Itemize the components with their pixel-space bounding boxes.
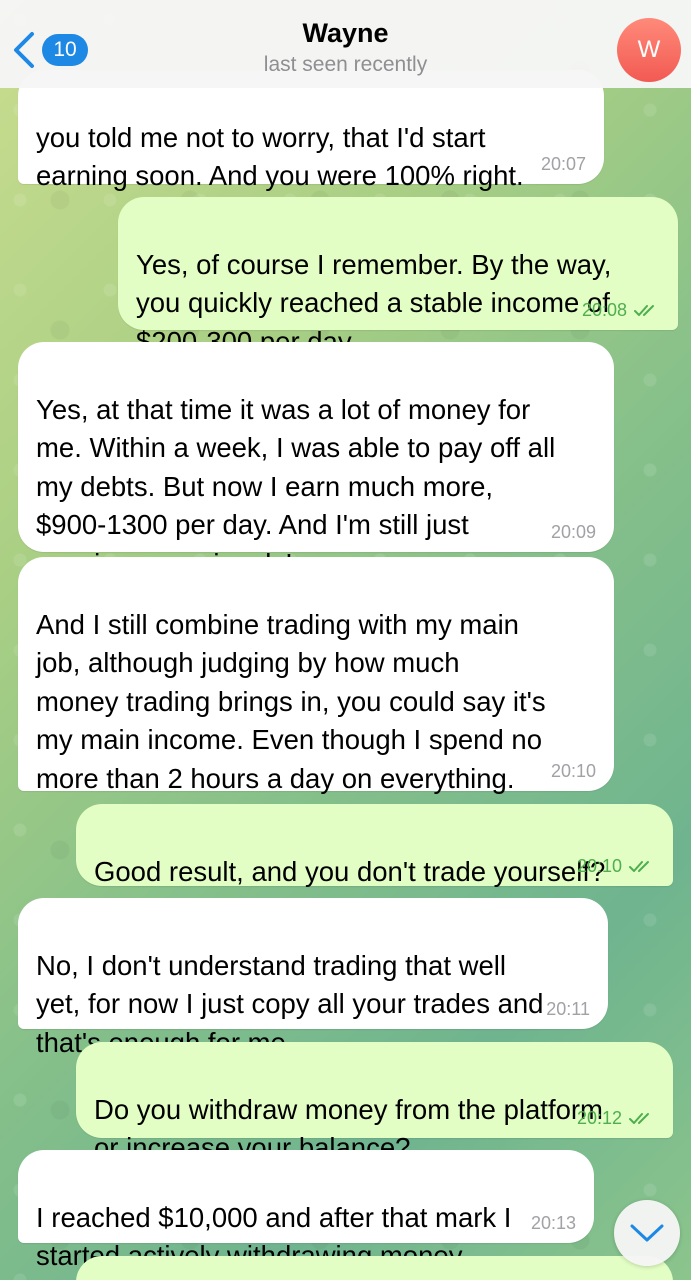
message-outgoing[interactable]: Good result, and you don't trade yoursel… bbox=[76, 804, 673, 887]
message-time: 20:10 bbox=[576, 856, 622, 876]
message-outgoing[interactable] bbox=[76, 1256, 673, 1280]
chat-title[interactable]: Wayne bbox=[0, 18, 691, 49]
chevron-down-icon bbox=[630, 1224, 664, 1242]
read-checkmarks-icon bbox=[629, 861, 649, 873]
scroll-to-bottom-button[interactable] bbox=[614, 1200, 680, 1266]
message-text: Yes, at that time it was a lot of money … bbox=[36, 393, 556, 579]
message-time: 20:07 bbox=[540, 154, 586, 174]
message-time: 20:09 bbox=[550, 522, 596, 542]
message-time: 20:08 bbox=[581, 300, 627, 320]
message-incoming[interactable]: No, I don't understand trading that well… bbox=[18, 898, 608, 1058]
message-text: Yes, of course I remember. By the way, y… bbox=[136, 248, 612, 357]
message-incoming[interactable]: I reached $10,000 and after that mark I … bbox=[18, 1150, 594, 1271]
read-checkmarks-icon bbox=[629, 1113, 649, 1125]
message-time: 20:13 bbox=[530, 1213, 576, 1233]
message-outgoing[interactable]: Yes, of course I remember. By the way, y… bbox=[118, 197, 678, 357]
message-incoming[interactable]: And I still combine trading with my main… bbox=[18, 557, 614, 794]
message-outgoing[interactable]: Do you withdraw money from the platform … bbox=[76, 1042, 673, 1163]
chat-header: 10 Wayne last seen recently W bbox=[0, 0, 691, 88]
message-incoming[interactable]: Yes, at that time it was a lot of money … bbox=[18, 342, 614, 579]
avatar[interactable]: W bbox=[617, 18, 681, 82]
message-text: you told me not to worry, that I'd start… bbox=[36, 121, 524, 192]
message-text: Good result, and you don't trade yoursel… bbox=[94, 855, 606, 887]
message-time: 20:12 bbox=[576, 1108, 622, 1128]
message-time: 20:10 bbox=[550, 761, 596, 781]
last-seen-status: last seen recently bbox=[263, 53, 428, 76]
message-time: 20:11 bbox=[546, 999, 590, 1019]
read-checkmarks-icon bbox=[634, 305, 654, 317]
message-text: And I still combine trading with my main… bbox=[36, 608, 546, 794]
